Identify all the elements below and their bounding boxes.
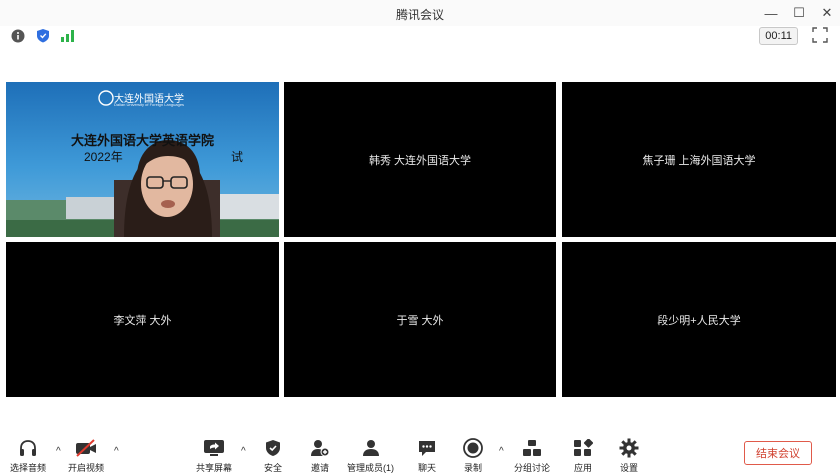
participant-name: 段少明+人民大学 xyxy=(657,314,741,327)
members-icon xyxy=(360,438,382,458)
share-screen-icon xyxy=(203,438,225,458)
video-menu-chevron-icon[interactable]: ^ xyxy=(114,446,119,457)
gear-icon xyxy=(618,438,640,458)
record-icon xyxy=(462,438,484,458)
chat-button[interactable]: 聊天 xyxy=(416,438,438,474)
audio-button[interactable]: 选择音频 xyxy=(10,438,46,474)
banner-title: 大连外国语大学英语学院 xyxy=(70,134,214,149)
apps-button[interactable]: 应用 xyxy=(572,438,594,474)
logo-subtext: Dalian University of Foreign Languages xyxy=(114,102,185,107)
settings-button[interactable]: 设置 xyxy=(618,438,640,474)
record-label: 录制 xyxy=(463,463,482,473)
end-meeting-button[interactable]: 结束会议 xyxy=(744,441,812,465)
info-icon[interactable] xyxy=(10,28,25,43)
signal-icon[interactable] xyxy=(60,28,75,43)
meeting-timer: 00:11 xyxy=(759,27,798,45)
minimize-icon: — xyxy=(764,5,778,21)
chat-icon xyxy=(416,438,438,458)
record-menu-chevron-icon[interactable]: ^ xyxy=(499,446,504,457)
close-button[interactable]: ✕ xyxy=(814,2,840,24)
shield-icon[interactable] xyxy=(35,28,50,43)
banner-year: 2022年 xyxy=(84,150,123,164)
participant-name: 韩秀 大连外国语大学 xyxy=(368,154,472,167)
manage-members-button[interactable]: 管理成员(1) xyxy=(347,438,394,474)
meeting-toolbar: 选择音频 ^ 开启视频 ^ 共享屏幕 ^ 安全 邀请 管理成员(1) 聊天 录制… xyxy=(0,428,840,473)
share-menu-chevron-icon[interactable]: ^ xyxy=(241,446,246,457)
audio-menu-chevron-icon[interactable]: ^ xyxy=(56,446,61,457)
maximize-icon: ☐ xyxy=(793,5,805,20)
invite-user-icon xyxy=(309,438,331,458)
audio-label: 选择音频 xyxy=(10,463,47,473)
participant-name: 李文萍 大外 xyxy=(113,314,172,327)
maximize-button[interactable]: ☐ xyxy=(786,2,812,24)
share-screen-button[interactable]: 共享屏幕 xyxy=(196,438,232,474)
window-title: 腾讯会议 xyxy=(395,8,444,22)
participant-name: 于雪 大外 xyxy=(396,314,444,327)
participant-tile-video[interactable]: 大连外国语大学 Dalian University of Foreign Lan… xyxy=(6,82,279,237)
participant-tile[interactable]: 于雪 大外 xyxy=(284,242,556,397)
close-icon: ✕ xyxy=(821,5,833,20)
breakout-rooms-button[interactable]: 分组讨论 xyxy=(514,438,550,474)
participant-name: 焦子珊 上海外国语大学 xyxy=(642,154,756,167)
settings-label: 设置 xyxy=(619,463,638,473)
security-button[interactable]: 安全 xyxy=(262,438,284,474)
security-label: 安全 xyxy=(263,463,282,473)
invite-label: 邀请 xyxy=(310,463,329,473)
breakout-rooms-label: 分组讨论 xyxy=(514,463,551,473)
security-shield-icon xyxy=(262,438,284,458)
banner-suffix: 试 xyxy=(231,150,244,164)
title-bar: 腾讯会议 — ☐ ✕ xyxy=(0,0,840,26)
apps-grid-icon xyxy=(572,438,594,458)
participant-tile[interactable]: 焦子珊 上海外国语大学 xyxy=(562,82,836,237)
participant-tile[interactable]: 李文萍 大外 xyxy=(6,242,279,397)
participant-tile[interactable]: 段少明+人民大学 xyxy=(562,242,836,397)
participant-tile[interactable]: 韩秀 大连外国语大学 xyxy=(284,82,556,237)
invite-button[interactable]: 邀请 xyxy=(309,438,331,474)
breakout-icon xyxy=(521,438,543,458)
status-bar: 00:11 xyxy=(0,26,840,46)
apps-label: 应用 xyxy=(573,463,592,473)
chat-label: 聊天 xyxy=(417,463,436,473)
share-screen-label: 共享屏幕 xyxy=(196,463,233,473)
fullscreen-icon[interactable] xyxy=(812,27,828,43)
video-button[interactable]: 开启视频 xyxy=(68,438,104,474)
video-off-icon xyxy=(75,438,97,458)
minimize-button[interactable]: — xyxy=(758,2,784,24)
video-label: 开启视频 xyxy=(68,463,105,473)
headset-icon xyxy=(17,438,39,458)
record-button[interactable]: 录制 xyxy=(462,438,484,474)
manage-members-label: 管理成员(1) xyxy=(347,463,394,473)
